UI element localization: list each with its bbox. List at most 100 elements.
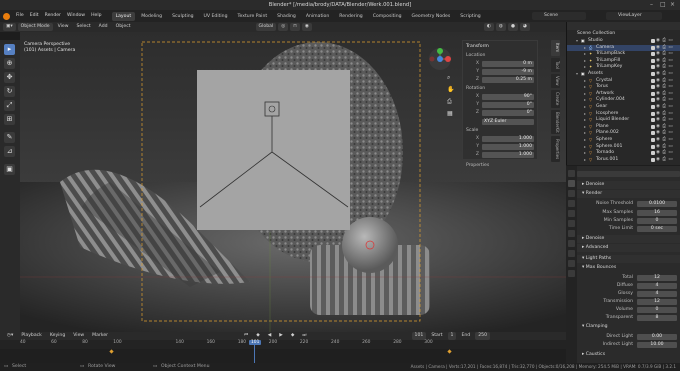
expand-toggle-icon[interactable]: ▸ — [584, 111, 586, 118]
object-tab-icon[interactable] — [568, 230, 575, 237]
exclude-checkbox[interactable] — [651, 85, 655, 90]
expand-toggle-icon[interactable]: ▸ — [584, 64, 586, 71]
rotation-x-field[interactable]: 90° — [482, 93, 534, 100]
outliner-row[interactable]: ▸ ▽ Gear ◉ ⎙ ▭ — [567, 104, 680, 111]
expand-toggle-icon[interactable]: ▸ — [584, 124, 586, 131]
tab-sculpting[interactable]: Sculpting — [168, 12, 197, 21]
expand-toggle-icon[interactable]: ▸ — [584, 144, 586, 151]
visibility-toggle-icons[interactable]: ◉ ⎙ ▭ — [656, 104, 673, 111]
visibility-toggle-icons[interactable]: ◉ ⎙ ▭ — [656, 51, 673, 58]
denoise-panel[interactable]: ▸ Denoise — [577, 181, 680, 189]
playback-menu[interactable]: Playback — [18, 332, 45, 340]
exclude-checkbox[interactable] — [651, 52, 655, 57]
scale-x-field[interactable]: 1.000 — [482, 135, 534, 142]
direct-light-field[interactable]: 0.00 — [637, 333, 677, 340]
location-x-field[interactable]: 0 m — [482, 60, 534, 67]
scale-icon[interactable]: ⤢ — [4, 100, 15, 111]
bounce-field[interactable]: 4 — [637, 282, 677, 289]
rotation-y-field[interactable]: 0° — [482, 101, 534, 108]
constraint-tab-icon[interactable] — [568, 260, 575, 267]
bounce-field[interactable]: 12 — [637, 274, 677, 281]
exclude-checkbox[interactable] — [651, 151, 655, 156]
annotate-icon[interactable]: ✎ — [4, 132, 15, 143]
expand-toggle-icon[interactable]: ▸ — [584, 104, 586, 111]
sidebar-tab-item[interactable]: Item — [551, 40, 560, 56]
expand-toggle-icon[interactable]: ▸ — [584, 97, 586, 104]
tool-tab-icon[interactable] — [568, 170, 575, 177]
menu-edit[interactable]: Edit — [27, 10, 42, 22]
tab-compositing[interactable]: Compositing — [369, 12, 406, 21]
time-limit-field[interactable]: 0 sec — [637, 225, 677, 232]
menu-render[interactable]: Render — [42, 10, 64, 22]
close-icon[interactable]: × — [670, 1, 675, 9]
visibility-toggle-icons[interactable]: ◉ ⎙ ▭ — [656, 150, 673, 157]
rotation-z-field[interactable]: 0° — [482, 109, 534, 116]
direct-light-row[interactable]: Direct Light 0.00 — [577, 333, 680, 340]
exclude-checkbox[interactable] — [651, 138, 655, 142]
sidebar-tab-create[interactable]: Create — [551, 90, 560, 108]
outliner-row[interactable]: ▸ ▽ Liquid Blender ◉ ⎙ ▭ — [567, 117, 680, 124]
outliner-row[interactable]: ▸ ✦ TriLampKey ◉ ⎙ ▭ — [567, 64, 680, 71]
keying-menu[interactable]: Keying — [47, 332, 68, 340]
visibility-icon[interactable]: ◐ — [483, 23, 494, 31]
snap-icon[interactable]: ⊓ — [290, 23, 300, 31]
visibility-toggle-icons[interactable]: ◉ ⎙ ▭ — [656, 130, 673, 137]
exclude-checkbox[interactable] — [651, 65, 655, 70]
noise-threshold-row[interactable]: Noise Threshold 0.0100 — [577, 200, 680, 207]
min-samples-field[interactable]: 0 — [637, 217, 677, 224]
mode-dropdown[interactable]: Object Mode — [17, 23, 53, 31]
outliner-row[interactable]: ▸ ▽ Torus ◉ ⎙ ▭ — [567, 84, 680, 91]
time-limit-row[interactable]: Time Limit 0 sec — [577, 225, 680, 232]
expand-toggle-icon[interactable]: ▸ — [584, 130, 586, 137]
start-frame-field[interactable]: 1 — [447, 332, 457, 340]
expand-toggle-icon[interactable]: ▸ — [584, 117, 586, 124]
scene-collection-row[interactable]: Scene Collection — [567, 31, 680, 38]
expand-toggle-icon[interactable]: ▸ — [584, 91, 586, 98]
visibility-toggle-icons[interactable]: ◉ ⎙ ▭ — [656, 157, 673, 164]
exclude-checkbox[interactable] — [651, 58, 655, 63]
visibility-toggle-icons[interactable]: ◉ ⎙ ▭ — [656, 71, 673, 78]
tab-layout[interactable]: Layout — [111, 11, 136, 21]
outliner-row[interactable]: ▸ ▽ Torus.001 ◉ ⎙ ▭ — [567, 157, 680, 164]
caustics-subpanel[interactable]: ▸ Caustics — [577, 351, 680, 359]
expand-toggle-icon[interactable]: ▸ — [584, 137, 586, 144]
exclude-checkbox[interactable] — [651, 39, 655, 43]
measure-icon[interactable]: ⊿ — [4, 146, 15, 157]
outliner-row[interactable]: ▾ ▣ Studio ◉ ⎙ ▭ — [567, 38, 680, 45]
indirect-light-field[interactable]: 10.00 — [637, 341, 677, 348]
menu-view[interactable]: View — [55, 23, 72, 31]
rotation-mode-dropdown[interactable]: XYZ Euler — [482, 118, 534, 125]
tab-animation[interactable]: Animation — [302, 12, 333, 21]
camera-view-icon[interactable]: ⎙ — [447, 98, 452, 106]
jump-end-icon[interactable]: ⏭ — [299, 332, 309, 340]
exclude-checkbox[interactable] — [651, 157, 655, 162]
shading-solid-icon[interactable]: ● — [507, 23, 518, 31]
sidebar-tab-view[interactable]: View — [551, 74, 560, 88]
tab-scripting[interactable]: Scripting — [456, 12, 484, 21]
playhead-frame[interactable]: 101 — [249, 340, 262, 345]
tab-shading[interactable]: Shading — [273, 12, 300, 21]
rotate-icon[interactable]: ↻ — [4, 86, 15, 97]
visibility-toggle-icons[interactable]: ◉ ⎙ ▭ — [656, 38, 673, 45]
pan-hand-icon[interactable]: ✋ — [447, 86, 454, 93]
menu-window[interactable]: Window — [64, 10, 88, 22]
scale-z-field[interactable]: 1.000 — [482, 151, 534, 158]
prev-key-icon[interactable]: ◆ — [253, 332, 263, 340]
bounce-row[interactable]: Transmission 12 — [577, 298, 680, 305]
exclude-checkbox[interactable] — [651, 78, 655, 83]
bounce-row[interactable]: Diffuse 4 — [577, 282, 680, 289]
bounce-row[interactable]: Volume 0 — [577, 306, 680, 313]
grid-view-icon[interactable]: ▦ — [447, 110, 453, 117]
exclude-checkbox[interactable] — [651, 118, 655, 123]
min-samples-row[interactable]: Min Samples 0 — [577, 217, 680, 224]
expand-toggle-icon[interactable]: ▾ — [576, 71, 578, 78]
visibility-toggle-icons[interactable]: ◉ ⎙ ▭ — [656, 64, 673, 71]
overlays-icon[interactable]: ◍ — [495, 23, 506, 31]
timeline-view-menu[interactable]: View — [70, 332, 87, 340]
proportional-edit-icon[interactable]: ◉ — [301, 23, 312, 31]
view-layer-tab-icon[interactable] — [568, 200, 575, 207]
bounce-field[interactable]: 4 — [637, 290, 677, 297]
outliner-row[interactable]: ▸ ▽ Plane.002 ◉ ⎙ ▭ — [567, 130, 680, 137]
next-key-icon[interactable]: ◆ — [288, 332, 298, 340]
end-frame-field[interactable]: 250 — [475, 332, 490, 340]
